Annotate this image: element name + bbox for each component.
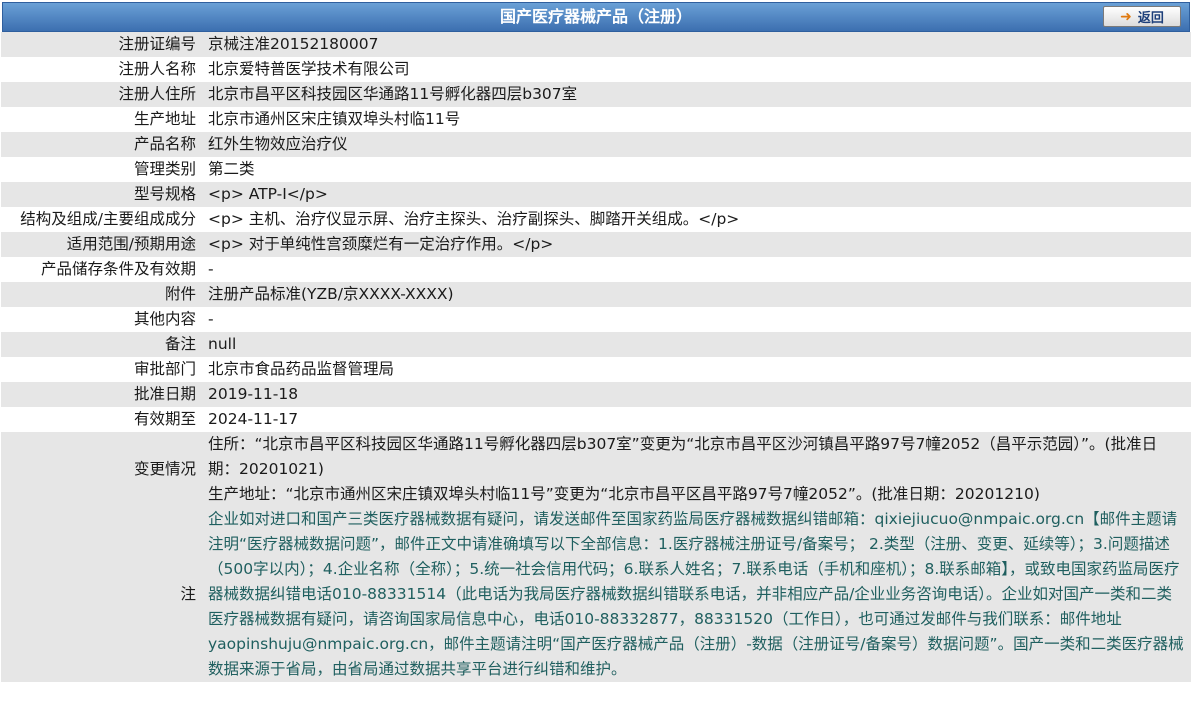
- field-value: 2024-11-17: [208, 410, 299, 428]
- row-registrant-name: 注册人名称 北京爱特普医学技术有限公司: [1, 57, 1191, 82]
- field-label: 结构及组成/主要组成成分: [20, 210, 196, 228]
- field-value: <p> 对于单纯性宫颈糜烂有一定治疗作用。</p>: [208, 235, 554, 253]
- field-label: 有效期至: [133, 410, 196, 428]
- field-value: <p> ATP-I</p>: [208, 185, 328, 203]
- row-model-spec: 型号规格 <p> ATP-I</p>: [1, 182, 1191, 207]
- row-intended-use: 适用范围/预期用途 <p> 对于单纯性宫颈糜烂有一定治疗作用。</p>: [1, 232, 1191, 257]
- field-value: 北京市食品药品监督管理局: [208, 360, 395, 378]
- field-value: 注册产品标准(YZB/京XXXX-XXXX): [208, 285, 454, 303]
- row-valid-until: 有效期至 2024-11-17: [1, 407, 1191, 432]
- field-label: 注: [180, 585, 196, 603]
- row-structure-composition: 结构及组成/主要组成成分 <p> 主机、治疗仪显示屏、治疗主探头、治疗副探头、脚…: [1, 207, 1191, 232]
- field-value: <p> 主机、治疗仪显示屏、治疗主探头、治疗副探头、脚踏开关组成。</p>: [208, 210, 740, 228]
- page-header: 国产医疗器械产品（注册） ➜ 返回: [2, 2, 1190, 32]
- arrow-right-icon: ➜: [1120, 8, 1132, 25]
- field-value: -: [208, 260, 214, 278]
- row-approval-date: 批准日期 2019-11-18: [1, 382, 1191, 407]
- field-value: 北京市通州区宋庄镇双埠头村临11号: [208, 110, 461, 128]
- field-value: 住所：“北京市昌平区科技园区华通路11号孵化器四层b307室”变更为“北京市昌平…: [208, 435, 1158, 503]
- row-product-name: 产品名称 红外生物效应治疗仪: [1, 132, 1191, 157]
- row-storage-validity: 产品储存条件及有效期 -: [1, 257, 1191, 282]
- field-label: 产品名称: [133, 135, 196, 153]
- field-label: 备注: [164, 335, 196, 353]
- field-label: 注册证编号: [118, 35, 196, 53]
- note-text: 企业如对进口和国产三类医疗器械数据有疑问，请发送邮件至国家药监局医疗器械数据纠错…: [208, 510, 1184, 678]
- field-value: null: [208, 335, 237, 353]
- field-label: 注册人住所: [118, 85, 196, 103]
- back-button[interactable]: ➜ 返回: [1103, 6, 1181, 27]
- field-label: 管理类别: [133, 160, 196, 178]
- field-label: 生产地址: [133, 110, 196, 128]
- page-title: 国产医疗器械产品（注册）: [499, 7, 692, 26]
- field-value: 北京市昌平区科技园区华通路11号孵化器四层b307室: [208, 85, 578, 103]
- field-label: 型号规格: [133, 185, 196, 203]
- detail-table: 注册证编号 京械注准20152180007 注册人名称 北京爱特普医学技术有限公…: [1, 32, 1191, 682]
- row-management-class: 管理类别 第二类: [1, 157, 1191, 182]
- row-note: 注 企业如对进口和国产三类医疗器械数据有疑问，请发送邮件至国家药监局医疗器械数据…: [1, 507, 1191, 682]
- field-value: 红外生物效应治疗仪: [208, 135, 348, 153]
- row-approval-department: 审批部门 北京市食品药品监督管理局: [1, 357, 1191, 382]
- row-registration-number: 注册证编号 京械注准20152180007: [1, 32, 1191, 57]
- row-remarks: 备注 null: [1, 332, 1191, 357]
- field-value: 2019-11-18: [208, 385, 299, 403]
- field-label: 其他内容: [133, 310, 196, 328]
- row-change-history: 变更情况 住所：“北京市昌平区科技园区华通路11号孵化器四层b307室”变更为“…: [1, 432, 1191, 507]
- field-value: -: [208, 310, 214, 328]
- field-label: 审批部门: [133, 360, 196, 378]
- field-label: 附件: [164, 285, 196, 303]
- row-attachment: 附件 注册产品标准(YZB/京XXXX-XXXX): [1, 282, 1191, 307]
- back-button-label: 返回: [1137, 11, 1164, 26]
- field-label: 产品储存条件及有效期: [40, 260, 196, 278]
- field-label: 适用范围/预期用途: [66, 235, 196, 253]
- field-value: 第二类: [208, 160, 255, 178]
- field-label: 变更情况: [133, 460, 196, 478]
- row-registrant-address: 注册人住所 北京市昌平区科技园区华通路11号孵化器四层b307室: [1, 82, 1191, 107]
- field-label: 注册人名称: [118, 60, 196, 78]
- row-other-content: 其他内容 -: [1, 307, 1191, 332]
- field-label: 批准日期: [133, 385, 196, 403]
- row-production-address: 生产地址 北京市通州区宋庄镇双埠头村临11号: [1, 107, 1191, 132]
- field-value: 京械注准20152180007: [208, 35, 379, 53]
- field-value: 北京爱特普医学技术有限公司: [208, 60, 410, 78]
